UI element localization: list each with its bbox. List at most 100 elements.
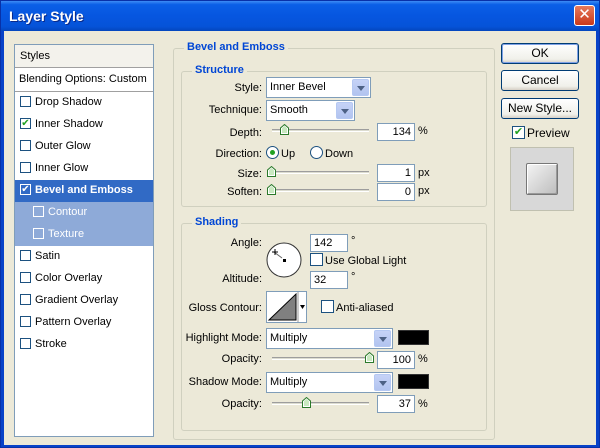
- size-slider-track[interactable]: [272, 171, 369, 174]
- gloss-contour-label: Gloss Contour:: [188, 302, 262, 314]
- shading-title: Shading: [192, 216, 242, 228]
- depth-input[interactable]: 134: [377, 123, 415, 141]
- style-item-label: Drop Shadow: [35, 96, 102, 108]
- style-item-checkbox[interactable]: [20, 162, 31, 173]
- ok-button[interactable]: OK: [501, 43, 579, 64]
- angle-dial[interactable]: [266, 242, 302, 278]
- angle-unit: °: [351, 235, 356, 247]
- shadow-mode-select[interactable]: Multiply: [266, 372, 393, 393]
- size-unit: px: [418, 167, 430, 179]
- highlight-opacity-input[interactable]: 100: [377, 351, 415, 369]
- styles-header[interactable]: Styles: [15, 45, 153, 68]
- style-item-label: Gradient Overlay: [35, 294, 119, 306]
- style-item-color-overlay[interactable]: Color Overlay: [15, 268, 153, 290]
- direction-up-label[interactable]: Up: [281, 148, 295, 160]
- style-item-stroke[interactable]: Stroke: [15, 334, 153, 356]
- depth-label: Depth:: [229, 127, 262, 139]
- style-item-label: Texture: [48, 228, 85, 240]
- direction-down-radio[interactable]: [310, 146, 323, 159]
- shadow-opacity-input[interactable]: 37: [377, 395, 415, 413]
- cancel-button[interactable]: Cancel: [501, 70, 579, 91]
- chevron-down-icon[interactable]: [374, 330, 391, 347]
- close-button[interactable]: ✕: [574, 5, 595, 26]
- shadow-color-swatch[interactable]: [398, 374, 429, 389]
- style-item-checkbox[interactable]: [33, 228, 44, 239]
- depth-unit: %: [418, 125, 428, 137]
- size-slider-handle[interactable]: [267, 166, 276, 177]
- anti-aliased-checkbox[interactable]: [321, 300, 334, 313]
- style-label: Style:: [234, 82, 262, 94]
- style-item-drop-shadow[interactable]: Drop Shadow: [15, 92, 153, 114]
- style-item-checkbox[interactable]: [33, 206, 44, 217]
- style-select[interactable]: Inner Bevel: [266, 77, 371, 98]
- style-item-outer-glow[interactable]: Outer Glow: [15, 136, 153, 158]
- technique-label: Technique:: [208, 104, 262, 116]
- style-item-pattern-overlay[interactable]: Pattern Overlay: [15, 312, 153, 334]
- style-item-checkbox[interactable]: [20, 338, 31, 349]
- depth-slider-handle[interactable]: [280, 124, 289, 135]
- highlight-mode-label: Highlight Mode:: [185, 332, 262, 344]
- global-light-checkbox[interactable]: [310, 253, 323, 266]
- shadow-opacity-unit: %: [418, 398, 428, 410]
- style-item-bevel-and-emboss[interactable]: ✔ Bevel and Emboss: [15, 180, 153, 202]
- soften-unit: px: [418, 185, 430, 197]
- window-title: Layer Style: [9, 8, 84, 24]
- soften-slider-handle[interactable]: [267, 184, 276, 195]
- technique-select[interactable]: Smooth: [266, 100, 355, 121]
- style-item-contour[interactable]: Contour: [15, 202, 153, 224]
- style-select-value: Inner Bevel: [270, 81, 326, 93]
- soften-input[interactable]: 0: [377, 183, 415, 201]
- style-item-checkbox[interactable]: ✔: [20, 118, 31, 129]
- size-input[interactable]: 1: [377, 164, 415, 182]
- chevron-down-icon[interactable]: [336, 102, 353, 119]
- style-item-checkbox[interactable]: [20, 140, 31, 151]
- style-item-inner-shadow[interactable]: ✔ Inner Shadow: [15, 114, 153, 136]
- style-item-label: Color Overlay: [35, 272, 103, 284]
- style-item-inner-glow[interactable]: Inner Glow: [15, 158, 153, 180]
- blending-options-item[interactable]: Blending Options: Custom: [15, 68, 153, 92]
- angle-input[interactable]: 142: [310, 234, 348, 252]
- style-item-checkbox[interactable]: [20, 96, 31, 107]
- preview-swatch: [510, 147, 574, 211]
- chevron-down-icon[interactable]: [352, 79, 369, 96]
- style-item-checkbox[interactable]: [20, 250, 31, 261]
- layer-style-window: Layer Style ✕ Styles Blending Options: C…: [0, 0, 600, 448]
- style-item-checkbox[interactable]: [20, 272, 31, 283]
- direction-label: Direction:: [215, 148, 262, 160]
- direction-up-radio[interactable]: [266, 146, 279, 159]
- global-light-label[interactable]: Use Global Light: [325, 255, 406, 267]
- gloss-contour-picker[interactable]: [266, 291, 307, 323]
- style-item-gradient-overlay[interactable]: Gradient Overlay: [15, 290, 153, 312]
- anti-aliased-label[interactable]: Anti-aliased: [336, 302, 393, 314]
- style-item-checkbox[interactable]: ✔: [20, 184, 31, 195]
- angle-label: Angle:: [230, 237, 262, 249]
- shadow-opacity-track[interactable]: [272, 402, 369, 405]
- new-style-button[interactable]: New Style...: [501, 98, 579, 119]
- style-item-label: Bevel and Emboss: [35, 184, 133, 196]
- dialog-body: Styles Blending Options: Custom Drop Sha…: [4, 31, 596, 445]
- style-item-satin[interactable]: Satin: [15, 246, 153, 268]
- preview-checkbox[interactable]: ✔: [512, 126, 525, 139]
- structure-title: Structure: [192, 64, 247, 76]
- style-item-label: Outer Glow: [35, 140, 91, 152]
- style-item-checkbox[interactable]: [20, 316, 31, 327]
- highlight-color-swatch[interactable]: [398, 330, 429, 345]
- style-item-label: Contour: [48, 206, 88, 218]
- style-item-texture[interactable]: Texture: [15, 224, 153, 246]
- highlight-opacity-handle[interactable]: [365, 352, 374, 363]
- title-bar[interactable]: Layer Style ✕: [1, 1, 599, 31]
- style-item-checkbox[interactable]: [20, 294, 31, 305]
- soften-slider-track[interactable]: [272, 189, 369, 192]
- soften-label: Soften:: [227, 186, 262, 198]
- altitude-unit: °: [351, 271, 356, 283]
- chevron-down-icon[interactable]: [374, 374, 391, 391]
- shadow-opacity-handle[interactable]: [302, 397, 311, 408]
- altitude-input[interactable]: 32: [310, 271, 348, 289]
- highlight-opacity-track[interactable]: [272, 357, 369, 360]
- preview-label[interactable]: Preview: [527, 126, 570, 140]
- close-icon: ✕: [578, 6, 591, 23]
- direction-down-label[interactable]: Down: [325, 148, 353, 160]
- shadow-mode-label: Shadow Mode:: [188, 376, 262, 388]
- altitude-label: Altitude:: [222, 273, 262, 285]
- highlight-mode-select[interactable]: Multiply: [266, 328, 393, 349]
